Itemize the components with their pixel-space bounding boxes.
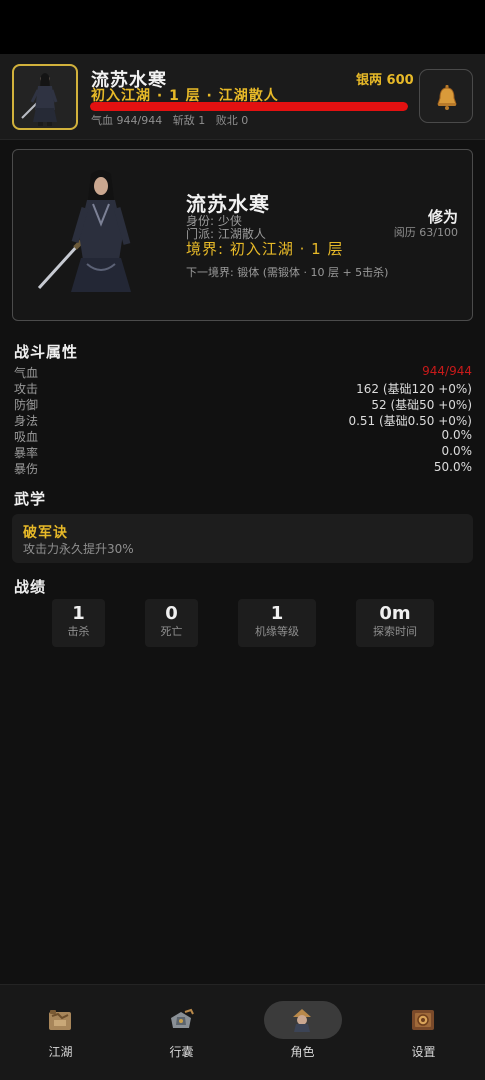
- header-hp-stat: 气血 944/944: [91, 114, 163, 127]
- record-label: 机缘等级: [255, 625, 299, 638]
- nav-item-character[interactable]: 角色: [242, 985, 363, 1080]
- record-value: 0m: [379, 603, 411, 624]
- record-value: 1: [72, 603, 85, 624]
- attr-value: 0.0%: [441, 444, 473, 458]
- attr-value: 944/944: [422, 364, 472, 378]
- attr-row: 攻击 162 (基础120 +0%): [14, 380, 472, 396]
- notification-button[interactable]: [419, 69, 473, 123]
- attr-row: 身法 0.51 (基础0.50 +0%): [14, 412, 472, 428]
- settings-icon: [412, 1010, 434, 1030]
- character-icon: [293, 1009, 311, 1032]
- attr-value: 50.0%: [433, 460, 472, 474]
- header-defeats-stat: 败北 0: [215, 114, 249, 127]
- record-explore-time: 0m 探索时间: [356, 599, 434, 647]
- attr-label: 身法: [14, 414, 39, 428]
- martial-arts-title: 武学: [14, 490, 47, 508]
- record-label: 探索时间: [373, 625, 417, 638]
- nav-label: 设置: [411, 1045, 436, 1059]
- attr-value: 52 (基础50 +0%): [371, 398, 472, 412]
- record-label: 击杀: [67, 625, 90, 638]
- bag-icon: [171, 1008, 194, 1028]
- swordsman-figure-icon: [37, 170, 131, 302]
- skill-description: 攻击力永久提升30%: [23, 542, 134, 556]
- attr-label: 吸血: [14, 430, 39, 444]
- attr-value: 0.0%: [441, 428, 473, 442]
- record-value: 0: [165, 603, 178, 624]
- record-value: 1: [270, 603, 284, 624]
- attr-label: 暴率: [14, 446, 39, 460]
- attr-row: 暴率 0.0%: [14, 444, 472, 460]
- combat-attributes-title: 战斗属性: [14, 343, 79, 361]
- header-stats: 气血 944/944 斩敌 1 败北 0: [91, 112, 255, 128]
- character-header: 流苏水寒 初入江湖 · 1 层 · 江湖散人 银两 600 气血 944/944…: [0, 54, 485, 140]
- attr-label: 防御: [14, 398, 39, 412]
- nav-label: 角色: [290, 1045, 315, 1059]
- attr-value: 0.51 (基础0.50 +0%): [348, 414, 472, 428]
- attr-row: 防御 52 (基础50 +0%): [14, 396, 472, 412]
- profile-realm: 境界: 初入江湖 · 1 层: [186, 240, 344, 258]
- attr-label: 暴伤: [14, 462, 39, 476]
- record-title: 战绩: [14, 578, 47, 596]
- map-icon: [49, 1010, 71, 1030]
- experience-progress: 阅历 63/100: [393, 226, 458, 239]
- attr-label: 气血: [14, 366, 39, 380]
- nav-label: 江湖: [48, 1045, 73, 1059]
- nav-item-settings[interactable]: 设置: [363, 985, 484, 1080]
- attr-label: 攻击: [14, 382, 39, 396]
- attr-row: 气血 944/944: [14, 364, 472, 380]
- attr-row: 吸血 0.0%: [14, 428, 472, 444]
- status-bar: [0, 0, 485, 54]
- record-deaths: 0 死亡: [145, 599, 198, 647]
- nav-label: 行囊: [169, 1045, 194, 1059]
- record-label: 死亡: [160, 625, 183, 638]
- hp-bar: [90, 102, 408, 111]
- nav-item-jianghu[interactable]: 江湖: [0, 985, 121, 1080]
- silver-count: 银两 600: [356, 73, 414, 88]
- record-kills: 1 击杀: [52, 599, 105, 647]
- swordsman-portrait-icon: [21, 73, 58, 126]
- attr-row: 暴伤 50.0%: [14, 460, 472, 476]
- skill-name: 破军诀: [23, 525, 68, 541]
- bell-icon: [437, 85, 457, 110]
- hp-bar-fill: [90, 102, 408, 111]
- character-profile-card: 流苏水寒 身份: 少侠 门派: 江湖散人 境界: 初入江湖 · 1 层 下一境界…: [12, 149, 473, 321]
- record-fortune-level: 1 机缘等级: [238, 599, 316, 647]
- header-kills-stat: 斩敌 1: [172, 114, 206, 127]
- attr-value: 162 (基础120 +0%): [356, 382, 472, 396]
- character-avatar[interactable]: [12, 64, 78, 130]
- skill-card[interactable]: 破军诀 攻击力永久提升30%: [12, 514, 473, 563]
- next-realm-requirement: 下一境界: 锻体 (需锻体 · 10 层 + 5击杀): [186, 266, 389, 279]
- nav-item-bag[interactable]: 行囊: [121, 985, 242, 1080]
- bottom-navigation: 江湖 行囊 角色 设置: [0, 984, 485, 1080]
